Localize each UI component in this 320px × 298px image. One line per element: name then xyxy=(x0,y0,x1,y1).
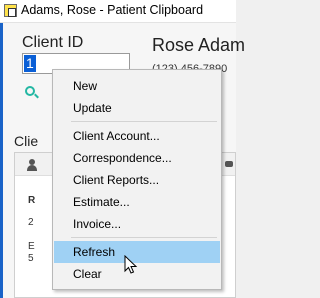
card-line-3: E xyxy=(28,241,35,252)
title-bar: Adams, Rose - Patient Clipboard xyxy=(0,0,236,23)
clipboard-app-icon xyxy=(4,4,17,17)
menu-item-label: New xyxy=(73,79,98,93)
person-icon xyxy=(27,159,37,171)
menu-item-client-account[interactable]: Client Account... xyxy=(54,125,220,147)
menu-item-label: Clear xyxy=(73,267,102,281)
card-line-4: 5 xyxy=(28,253,34,264)
menu-item-label: Correspondence... xyxy=(73,151,172,165)
card-action-icon[interactable] xyxy=(225,161,233,167)
menu-item-label: Update xyxy=(73,101,112,115)
client-section-label: Clie xyxy=(14,133,39,149)
menu-item-correspondence[interactable]: Correspondence... xyxy=(54,147,220,169)
mouse-pointer-icon xyxy=(124,255,138,274)
menu-separator xyxy=(71,237,217,238)
menu-item-estimate[interactable]: Estimate... xyxy=(54,191,220,213)
menu-separator xyxy=(71,121,217,122)
menu-item-client-reports[interactable]: Client Reports... xyxy=(54,169,220,191)
card-line-2: 2 xyxy=(28,217,34,228)
menu-item-label: Invoice... xyxy=(73,217,122,231)
card-line-1: R xyxy=(28,195,36,206)
search-icon[interactable] xyxy=(25,86,35,96)
menu-item-label: Refresh xyxy=(73,245,116,259)
menu-item-update[interactable]: Update xyxy=(54,97,220,119)
window-title: Adams, Rose - Patient Clipboard xyxy=(21,3,204,17)
menu-item-new[interactable]: New xyxy=(54,75,220,97)
client-id-selected-text: 1 xyxy=(24,55,36,72)
client-name: Rose Adam xyxy=(152,35,246,55)
client-id-label: Client ID xyxy=(22,34,84,51)
menu-item-label: Client Reports... xyxy=(73,173,160,187)
menu-item-label: Client Account... xyxy=(73,129,160,143)
menu-item-invoice[interactable]: Invoice... xyxy=(54,213,220,235)
menu-item-label: Estimate... xyxy=(73,195,130,209)
